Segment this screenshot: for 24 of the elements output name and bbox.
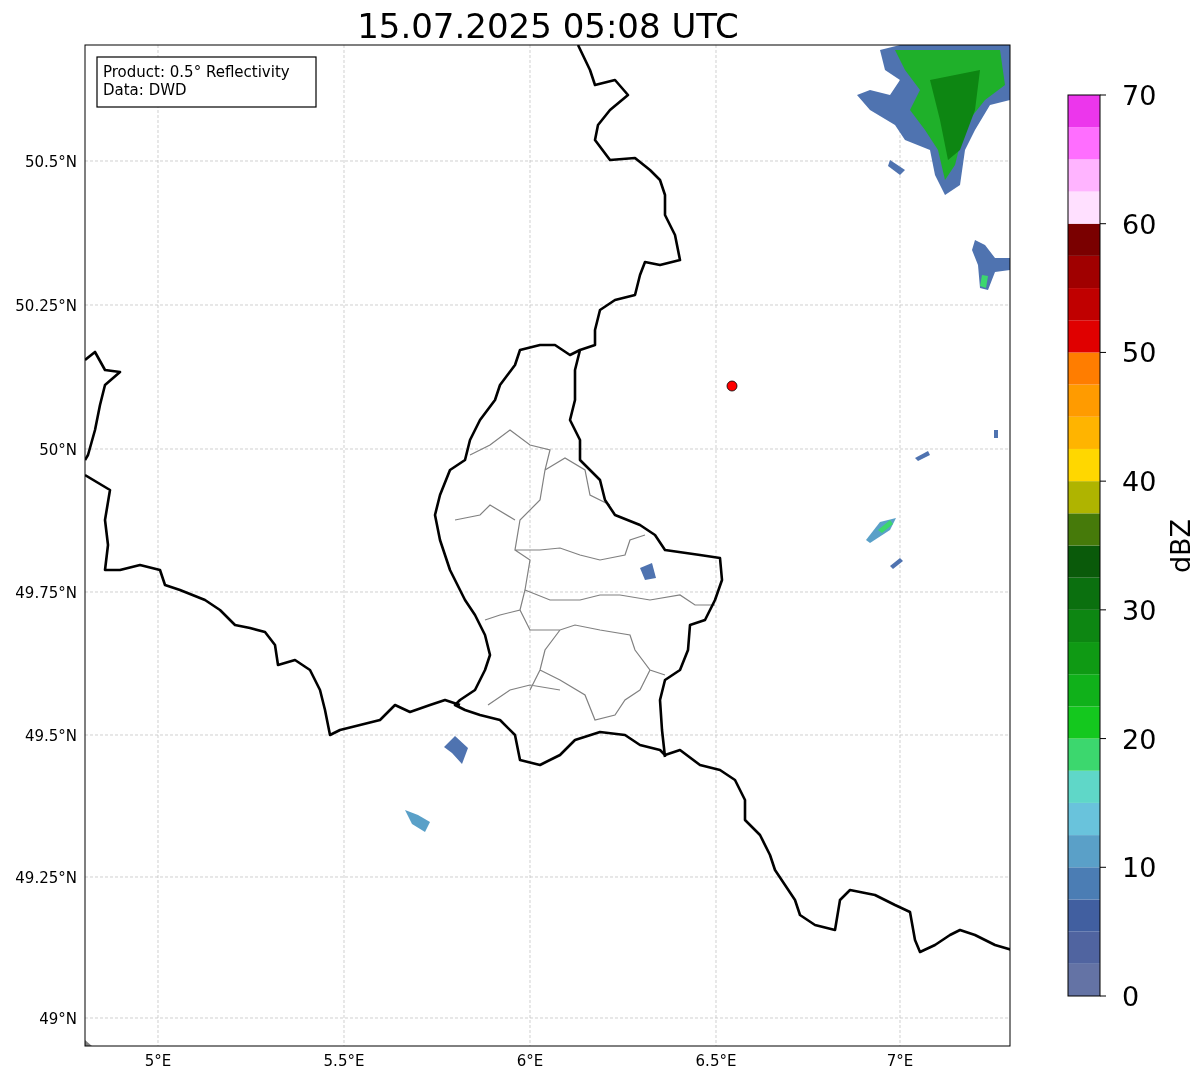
colorbar-tick-label: 10 [1122,852,1157,884]
axis-tick-label: 50.5°N [24,153,77,171]
colorbar-tick-label: 40 [1122,466,1157,498]
colorbar-tick-label: 0 [1122,981,1140,1012]
axis-tick-label: 49.5°N [24,727,77,745]
axis-tick-label: 50°N [39,441,77,459]
axis-tick-label: 49.25°N [15,869,77,887]
info-text: Data: DWD [103,81,187,99]
info-text: Product: 0.5° Reflectivity [103,63,290,81]
axis-tick-label: 5°E [144,1052,172,1070]
colorbar-tick-label: 30 [1122,594,1157,626]
colorbar-tick-label: 70 [1122,80,1157,111]
axis-tick-label: 7°E [886,1052,914,1070]
axis-tick-label: 49.75°N [15,584,77,602]
colorbar-label: dBZ [1165,518,1196,574]
colorbar-tick-label: 50 [1122,337,1157,369]
colorbar-tick-label: 60 [1122,208,1157,240]
axis-tick-label: 6°E [516,1052,544,1070]
chart-title: 15.07.2025 05:08 UTC [357,6,739,46]
axis-tick-label: 6.5°E [695,1052,737,1070]
axis-tick-label: 49°N [39,1010,77,1028]
colorbar-tick-label: 20 [1122,723,1157,755]
axis-tick-label: 5.5°E [323,1052,365,1070]
axis-tick-label: 50.25°N [15,297,77,315]
